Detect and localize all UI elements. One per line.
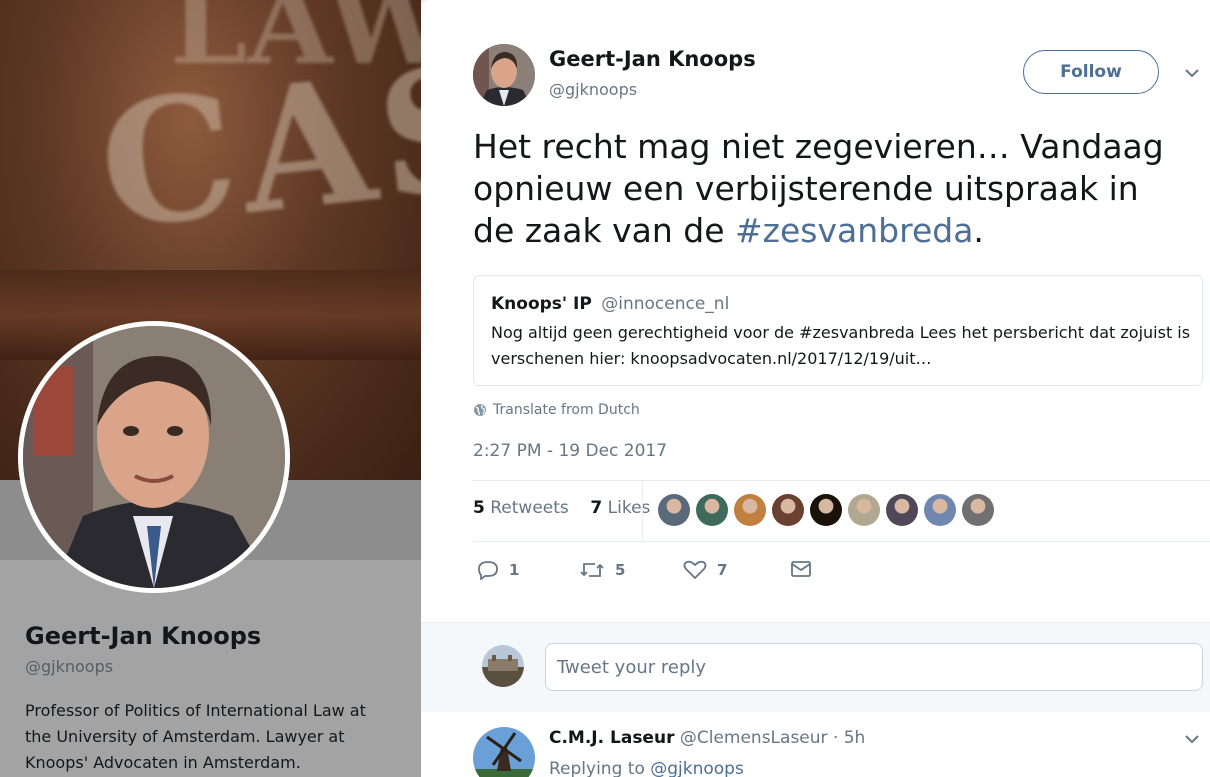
chevron-down-icon[interactable]	[1185, 732, 1199, 746]
liker-avatar[interactable]	[962, 494, 994, 526]
likes-label: Likes	[607, 498, 651, 518]
chevron-down-icon[interactable]	[1185, 66, 1199, 80]
liker-avatar[interactable]	[696, 494, 728, 526]
liker-avatar[interactable]	[772, 494, 804, 526]
dm-action[interactable]	[790, 560, 812, 578]
reply-header: C.M.J. Laseur @ClemensLaseur · 5h	[549, 728, 865, 748]
retweets-stat[interactable]: 5 Retweets	[473, 498, 569, 518]
tweet-stats: 5 Retweets 7 Likes	[473, 498, 650, 518]
liker-avatar[interactable]	[734, 494, 766, 526]
tweet-actions: 1 5 7	[473, 560, 833, 588]
reply-author-name[interactable]: C.M.J. Laseur	[549, 728, 674, 748]
retweet-icon	[580, 563, 604, 577]
hashtag-link[interactable]: #zesvanbreda	[735, 211, 973, 250]
tweet-modal: Geert-Jan Knoops @gjknoops Follow Het re…	[421, 0, 1210, 777]
profile-handle: @gjknoops	[25, 657, 114, 676]
like-action[interactable]: 7	[683, 560, 727, 580]
liker-avatar[interactable]	[886, 494, 918, 526]
globe-icon	[474, 404, 486, 416]
replying-to-link[interactable]: @gjknoops	[650, 759, 744, 777]
divider	[473, 541, 1210, 542]
reply-icon	[478, 561, 498, 580]
liker-avatar[interactable]	[848, 494, 880, 526]
liker-avatar[interactable]	[658, 494, 690, 526]
profile-avatar[interactable]	[23, 326, 285, 588]
like-count: 7	[717, 561, 728, 579]
quoted-author-name: Knoops' IP	[491, 294, 592, 314]
liker-avatar[interactable]	[924, 494, 956, 526]
reply-action[interactable]: 1	[477, 560, 519, 580]
quoted-tweet-text: Nog altijd geen gerechtigheid voor de #z…	[491, 323, 1191, 368]
heart-icon	[683, 560, 707, 580]
tweet-text-part: .	[973, 211, 984, 250]
liker-avatars	[658, 494, 994, 526]
reply-input[interactable]: Tweet your reply	[545, 643, 1203, 691]
current-user-avatar[interactable]	[482, 645, 524, 687]
tweet-text: Het recht mag niet zegevieren… Vandaag o…	[473, 126, 1173, 252]
envelope-icon	[791, 561, 811, 577]
reply-time[interactable]: · 5h	[833, 728, 865, 748]
tweet-timestamp: 2:27 PM - 19 Dec 2017	[473, 441, 668, 461]
translate-link[interactable]: Translate from Dutch	[473, 402, 640, 418]
retweets-label: Retweets	[490, 498, 569, 518]
replying-to: Replying to @gjknoops	[549, 759, 744, 777]
retweet-count: 5	[615, 561, 626, 579]
reply-composer: Tweet your reply	[421, 622, 1210, 713]
author-avatar[interactable]	[473, 44, 535, 106]
stats-separator	[642, 481, 643, 541]
reply-author-handle[interactable]: @ClemensLaseur	[680, 728, 828, 748]
reply-author-avatar[interactable]	[473, 727, 535, 777]
reply-tweet[interactable]: C.M.J. Laseur @ClemensLaseur · 5h Replyi…	[421, 712, 1210, 777]
reply-count: 1	[509, 561, 520, 579]
likes-count: 7	[590, 498, 603, 518]
translate-label: Translate from Dutch	[493, 402, 640, 418]
profile-name[interactable]: Geert-Jan Knoops	[25, 622, 261, 650]
author-handle[interactable]: @gjknoops	[549, 80, 637, 99]
divider	[473, 480, 1210, 481]
profile-bio: Professor of Politics of International L…	[25, 701, 366, 772]
replying-prefix: Replying to	[549, 759, 651, 777]
follow-button[interactable]: Follow	[1023, 50, 1159, 94]
quoted-tweet[interactable]: Knoops' IP @innocence_nl Nog altijd geen…	[473, 275, 1203, 386]
author-name[interactable]: Geert-Jan Knoops	[549, 47, 756, 71]
retweets-count: 5	[473, 498, 485, 518]
retweet-action[interactable]: 5	[579, 560, 625, 580]
quoted-author-handle: @innocence_nl	[601, 294, 730, 314]
liker-avatar[interactable]	[810, 494, 842, 526]
quoted-tweet-header: Knoops' IP @innocence_nl	[491, 294, 729, 314]
